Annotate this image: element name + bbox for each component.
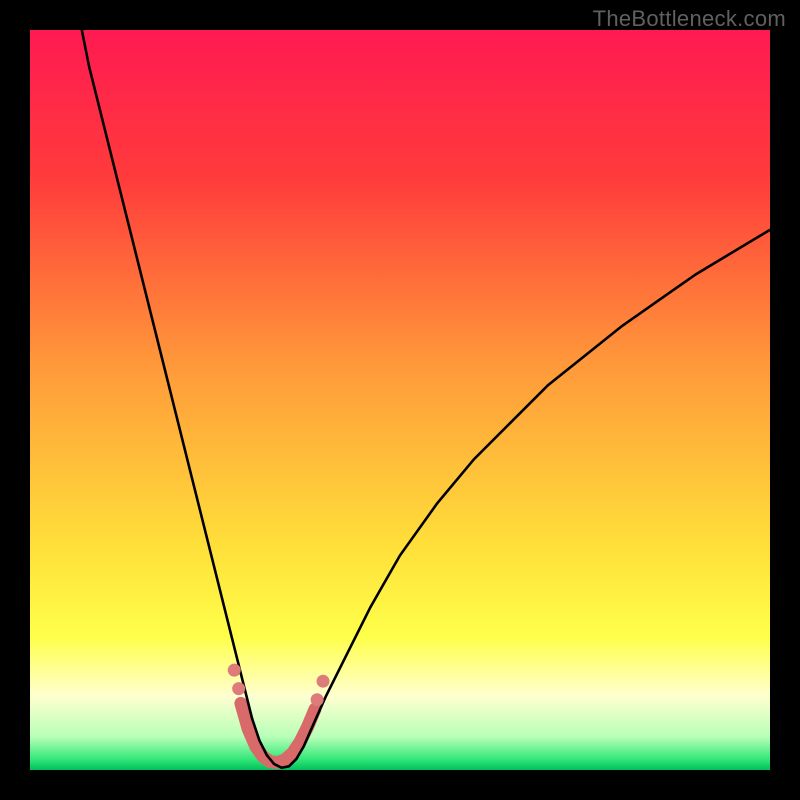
plot-area [30, 30, 770, 770]
highlight-dot [311, 693, 324, 706]
highlight-dot [317, 675, 330, 688]
highlight-dot [232, 682, 245, 695]
chart-svg [30, 30, 770, 770]
chart-frame: TheBottleneck.com [0, 0, 800, 800]
highlight-dot [228, 664, 241, 677]
watermark-text: TheBottleneck.com [593, 6, 786, 32]
gradient-background [30, 30, 770, 770]
